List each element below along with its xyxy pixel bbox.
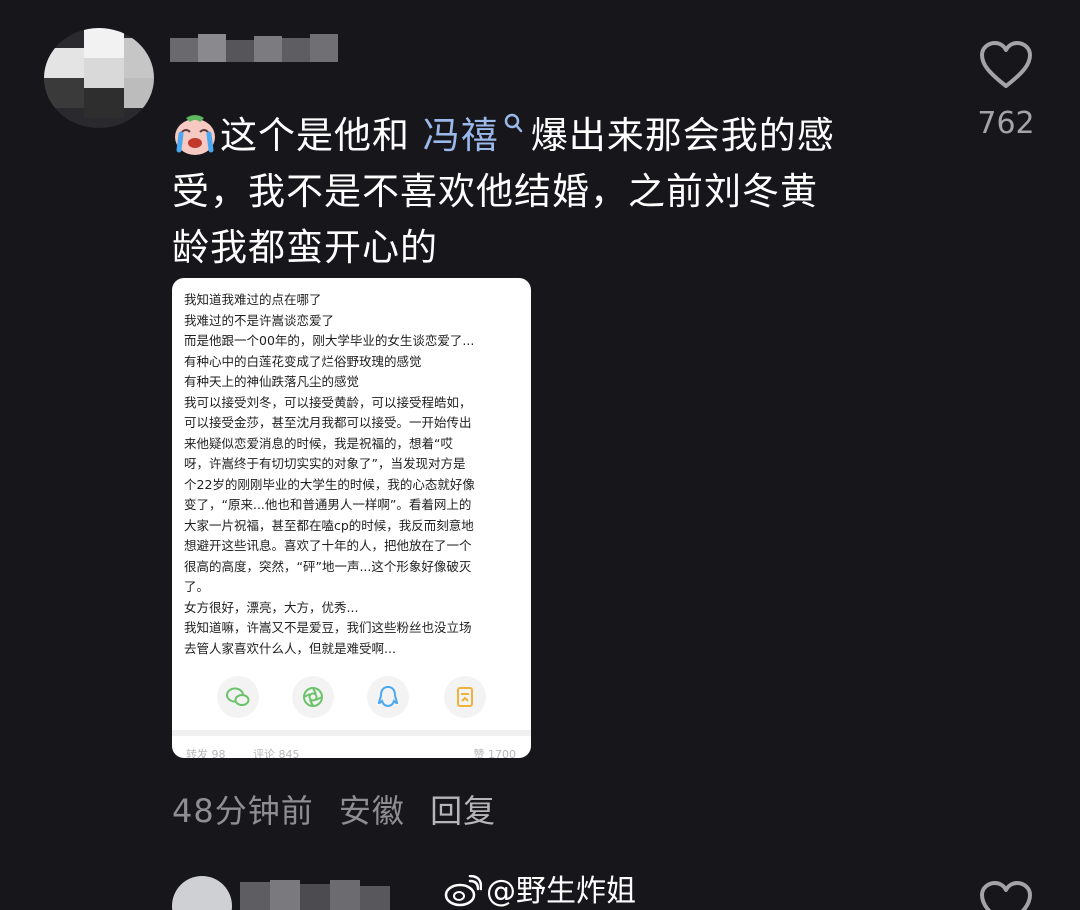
avatar[interactable] — [44, 28, 154, 128]
card-text-line: 很高的高度，突然，“砰”地一声...这个形象好像破灭 — [184, 558, 472, 574]
card-text-line: 个22岁的刚刚毕业的大学生的时候，我的心态就好像 — [184, 476, 475, 492]
search-icon[interactable] — [503, 96, 525, 133]
card-text: 我知道我难过的点在哪了 我难过的不是许嵩谈恋爱了而是他跟一个00年的，刚大学毕业的… — [184, 290, 522, 659]
repost-count[interactable]: 转发 98 — [186, 748, 226, 758]
card-text-line: 我可以接受刘冬，可以接受黄龄，可以接受程皓如， — [184, 394, 472, 410]
comment-thread: 这个是他和 冯禧 爆出来那会我的感 受，我不是不喜欢他结婚，之前刘冬黄 龄我都蛮开… — [0, 0, 1080, 910]
attached-image-card[interactable]: 我知道我难过的点在哪了 我难过的不是许嵩谈恋爱了而是他跟一个00年的，刚大学毕业的… — [172, 278, 531, 758]
card-text-line: 了。 — [184, 579, 210, 594]
reply-button[interactable]: 回复 — [430, 792, 496, 830]
card-text-line: 去管人家喜欢什么人，但就是难受啊... — [184, 640, 396, 656]
like-button[interactable] — [978, 880, 1034, 910]
crying-face-icon — [172, 112, 218, 156]
qzone-icon — [457, 687, 473, 707]
like-button[interactable] — [974, 40, 1038, 94]
comment-meta: 48分钟前 安徽 回复 — [172, 786, 510, 832]
card-text-line: 呀，许嵩终于有切切实实的对象了”，当发现对方是 — [184, 456, 466, 471]
mention-link[interactable]: 冯禧 — [423, 114, 499, 157]
comment-text-line2: 受，我不是不喜欢他结婚，之前刘冬黄 — [172, 170, 818, 213]
card-footer: 转发 98 评论 845 赞 1700 — [186, 746, 526, 758]
moments-icon — [303, 687, 323, 707]
card-text-line: 有种心中的白莲花变成了烂俗野玫瑰的感觉 — [184, 353, 422, 369]
comment-count[interactable]: 评论 845 — [253, 748, 300, 758]
share-icon-moments[interactable] — [292, 676, 334, 718]
weibo-icon — [444, 874, 483, 907]
card-divider — [172, 730, 531, 736]
heart-outline-icon — [980, 41, 1032, 88]
comment-text-start: 这个是他和 — [220, 114, 423, 157]
comment-text-line1-rest: 爆出来那会我的感 — [530, 114, 835, 157]
card-text-line: 有种天上的神仙跌落凡尘的感觉 — [184, 374, 360, 389]
qq-icon — [377, 685, 399, 708]
card-text-line: 我知道嘛，许嵩又不是爱豆，我们这些粉丝也没立场 — [184, 620, 472, 635]
card-text-line: 我难过的不是许嵩谈恋爱了 — [184, 312, 335, 328]
watermark: @野生炸姐 — [444, 866, 636, 910]
comment-text: 这个是他和 冯禧 爆出来那会我的感 受，我不是不喜欢他结婚，之前刘冬黄 龄我都蛮开… — [172, 96, 912, 276]
watermark-text: @野生炸姐 — [486, 874, 636, 909]
avatar[interactable] — [172, 876, 232, 910]
card-text-line: 来他疑似恋爱消息的时候，我是祝福的，想着“哎 — [184, 435, 453, 451]
username-blurred[interactable] — [170, 34, 338, 66]
card-text-line: 想避开这些讯息。喜欢了十年的人，把他放在了一个 — [184, 538, 472, 553]
share-icon-wechat[interactable] — [217, 676, 259, 718]
card-text-line: 大家一片祝福，甚至都在嗑cp的时候，我反而刻意地 — [184, 517, 474, 533]
comment-location: 安徽 — [338, 792, 405, 830]
like-count-card[interactable]: 赞 1700 — [474, 746, 517, 758]
like-count: 762 — [977, 106, 1035, 141]
username-blurred[interactable] — [240, 880, 390, 910]
card-text-line: 我知道我难过的点在哪了 — [184, 292, 322, 307]
card-text-line: 可以接受金莎，甚至沈月我都可以接受。一开始传出 — [184, 415, 472, 430]
heart-outline-icon — [980, 881, 1032, 910]
wechat-icon — [226, 687, 250, 706]
card-text-line: 而是他跟一个00年的，刚大学毕业的女生谈恋爱了... — [184, 333, 475, 348]
share-icon-qzone[interactable] — [444, 676, 486, 718]
card-text-line: 变了，“原来...他也和普通男人一样啊”。看着网上的 — [184, 497, 472, 512]
comment-time: 48分钟前 — [172, 792, 314, 830]
card-text-line: 女方很好，漂亮，大方，优秀... — [184, 599, 359, 615]
comment-text-line3: 龄我都蛮开心的 — [172, 226, 438, 269]
share-icon-qq[interactable] — [367, 676, 409, 718]
